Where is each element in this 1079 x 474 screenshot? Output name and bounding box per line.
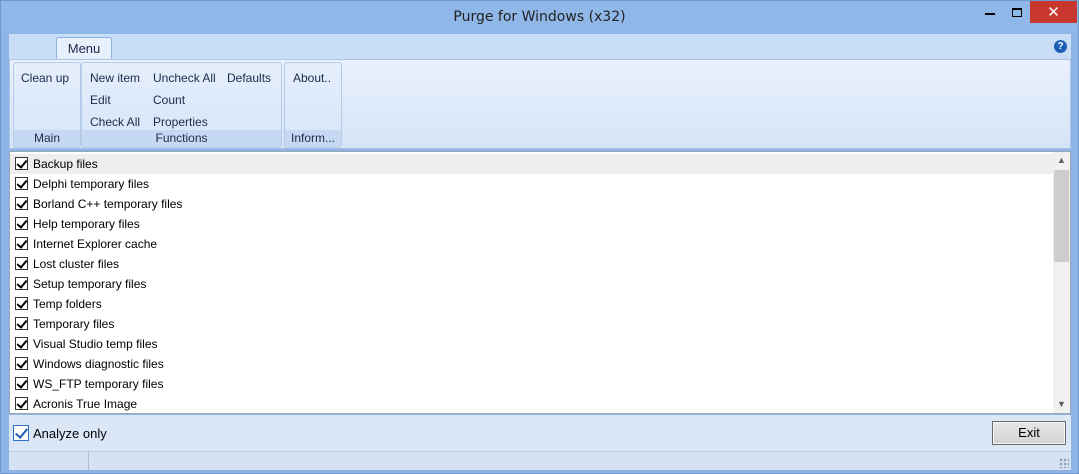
list-item[interactable]: Setup temporary files [10,274,1055,294]
analyze-only-checkbox[interactable] [13,425,29,441]
about-button[interactable]: About.. [293,71,331,85]
item-checkbox[interactable] [15,157,28,170]
item-checkbox[interactable] [15,377,28,390]
edit-button[interactable]: Edit [90,93,111,107]
window-title: Purge for Windows (x32) [453,9,626,25]
list-item-label: Borland C++ temporary files [33,197,183,211]
exit-button[interactable]: Exit [992,421,1066,445]
list-item[interactable]: Acronis True Image [10,394,1055,413]
minimize-icon [984,13,995,15]
group-main-caption: Main [14,130,80,147]
scroll-up-icon[interactable]: ▲ [1053,152,1070,169]
defaults-button[interactable]: Defaults [227,71,271,85]
item-checkbox[interactable] [15,277,28,290]
list-item-label: Visual Studio temp files [33,337,158,351]
list-item-label: Setup temporary files [33,277,147,291]
status-bar [9,451,1071,470]
check-all-button[interactable]: Check All [90,115,140,129]
list-item-label: Lost cluster files [33,257,120,271]
group-functions: New item Uncheck All Defaults Edit Count… [81,62,282,148]
list-item[interactable]: Temp folders [10,294,1055,314]
item-checkbox[interactable] [15,397,28,410]
group-inform-caption: Inform... [285,130,341,147]
uncheck-all-button[interactable]: Uncheck All [153,71,216,85]
app-window: Purge for Windows (x32) ✕ Menu ? Clean u… [0,0,1079,474]
list-item[interactable]: Internet Explorer cache [10,234,1055,254]
item-checkbox[interactable] [15,177,28,190]
list-item-label: Temp folders [33,297,102,311]
list-item[interactable]: Help temporary files [10,214,1055,234]
list-item-label: Internet Explorer cache [33,237,158,251]
scroll-thumb[interactable] [1054,170,1069,262]
ribbon-panel: Clean up Main New item Uncheck All Defau… [9,59,1071,149]
list-item[interactable]: Backup files [10,154,1055,174]
close-button[interactable]: ✕ [1030,1,1077,23]
list-item-label: Windows diagnostic files [33,357,164,371]
tab-menu[interactable]: Menu [56,37,112,60]
help-icon[interactable]: ? [1054,40,1067,53]
list-item-label: Acronis True Image [33,397,138,411]
list-item-label: Temporary files [33,317,115,331]
item-checkbox[interactable] [15,297,28,310]
bottom-bar: Analyze only Exit [9,415,1071,451]
count-button[interactable]: Count [153,93,185,107]
item-checkbox[interactable] [15,357,28,370]
purge-item-list: Backup files Delphi temporary files Borl… [9,151,1071,414]
title-bar: Purge for Windows (x32) ✕ [1,1,1078,34]
item-checkbox[interactable] [15,257,28,270]
list-item-label: Delphi temporary files [33,177,150,191]
properties-button[interactable]: Properties [153,115,208,129]
new-item-button[interactable]: New item [90,71,140,85]
vertical-scrollbar[interactable]: ▲ ▼ [1053,152,1070,413]
group-functions-caption: Functions [82,130,281,147]
list-item[interactable]: Windows diagnostic files [10,354,1055,374]
minimize-button[interactable] [976,1,1003,23]
close-icon: ✕ [1047,4,1060,21]
resize-grip-icon[interactable] [1059,458,1069,468]
list-item-label: Backup files [33,157,98,171]
maximize-icon [1011,7,1022,17]
clean-up-button[interactable]: Clean up [21,71,69,85]
list-item[interactable]: Delphi temporary files [10,174,1055,194]
item-checkbox[interactable] [15,217,28,230]
item-checkbox[interactable] [15,237,28,250]
status-panel [9,452,89,470]
ribbon-tab-strip: Menu ? [9,34,1071,60]
scroll-down-icon[interactable]: ▼ [1053,396,1070,413]
analyze-only-label[interactable]: Analyze only [33,426,107,441]
maximize-button[interactable] [1003,1,1030,23]
list-item[interactable]: Borland C++ temporary files [10,194,1055,214]
list-item[interactable]: Visual Studio temp files [10,334,1055,354]
list-item-label: WS_FTP temporary files [33,377,164,391]
item-checkbox[interactable] [15,197,28,210]
group-main: Clean up Main [13,62,81,148]
list-item-label: Help temporary files [33,217,140,231]
group-inform: About.. Inform... [284,62,342,148]
item-checkbox[interactable] [15,317,28,330]
list-item[interactable]: WS_FTP temporary files [10,374,1055,394]
item-checkbox[interactable] [15,337,28,350]
list-item[interactable]: Temporary files [10,314,1055,334]
list-item[interactable]: Lost cluster files [10,254,1055,274]
